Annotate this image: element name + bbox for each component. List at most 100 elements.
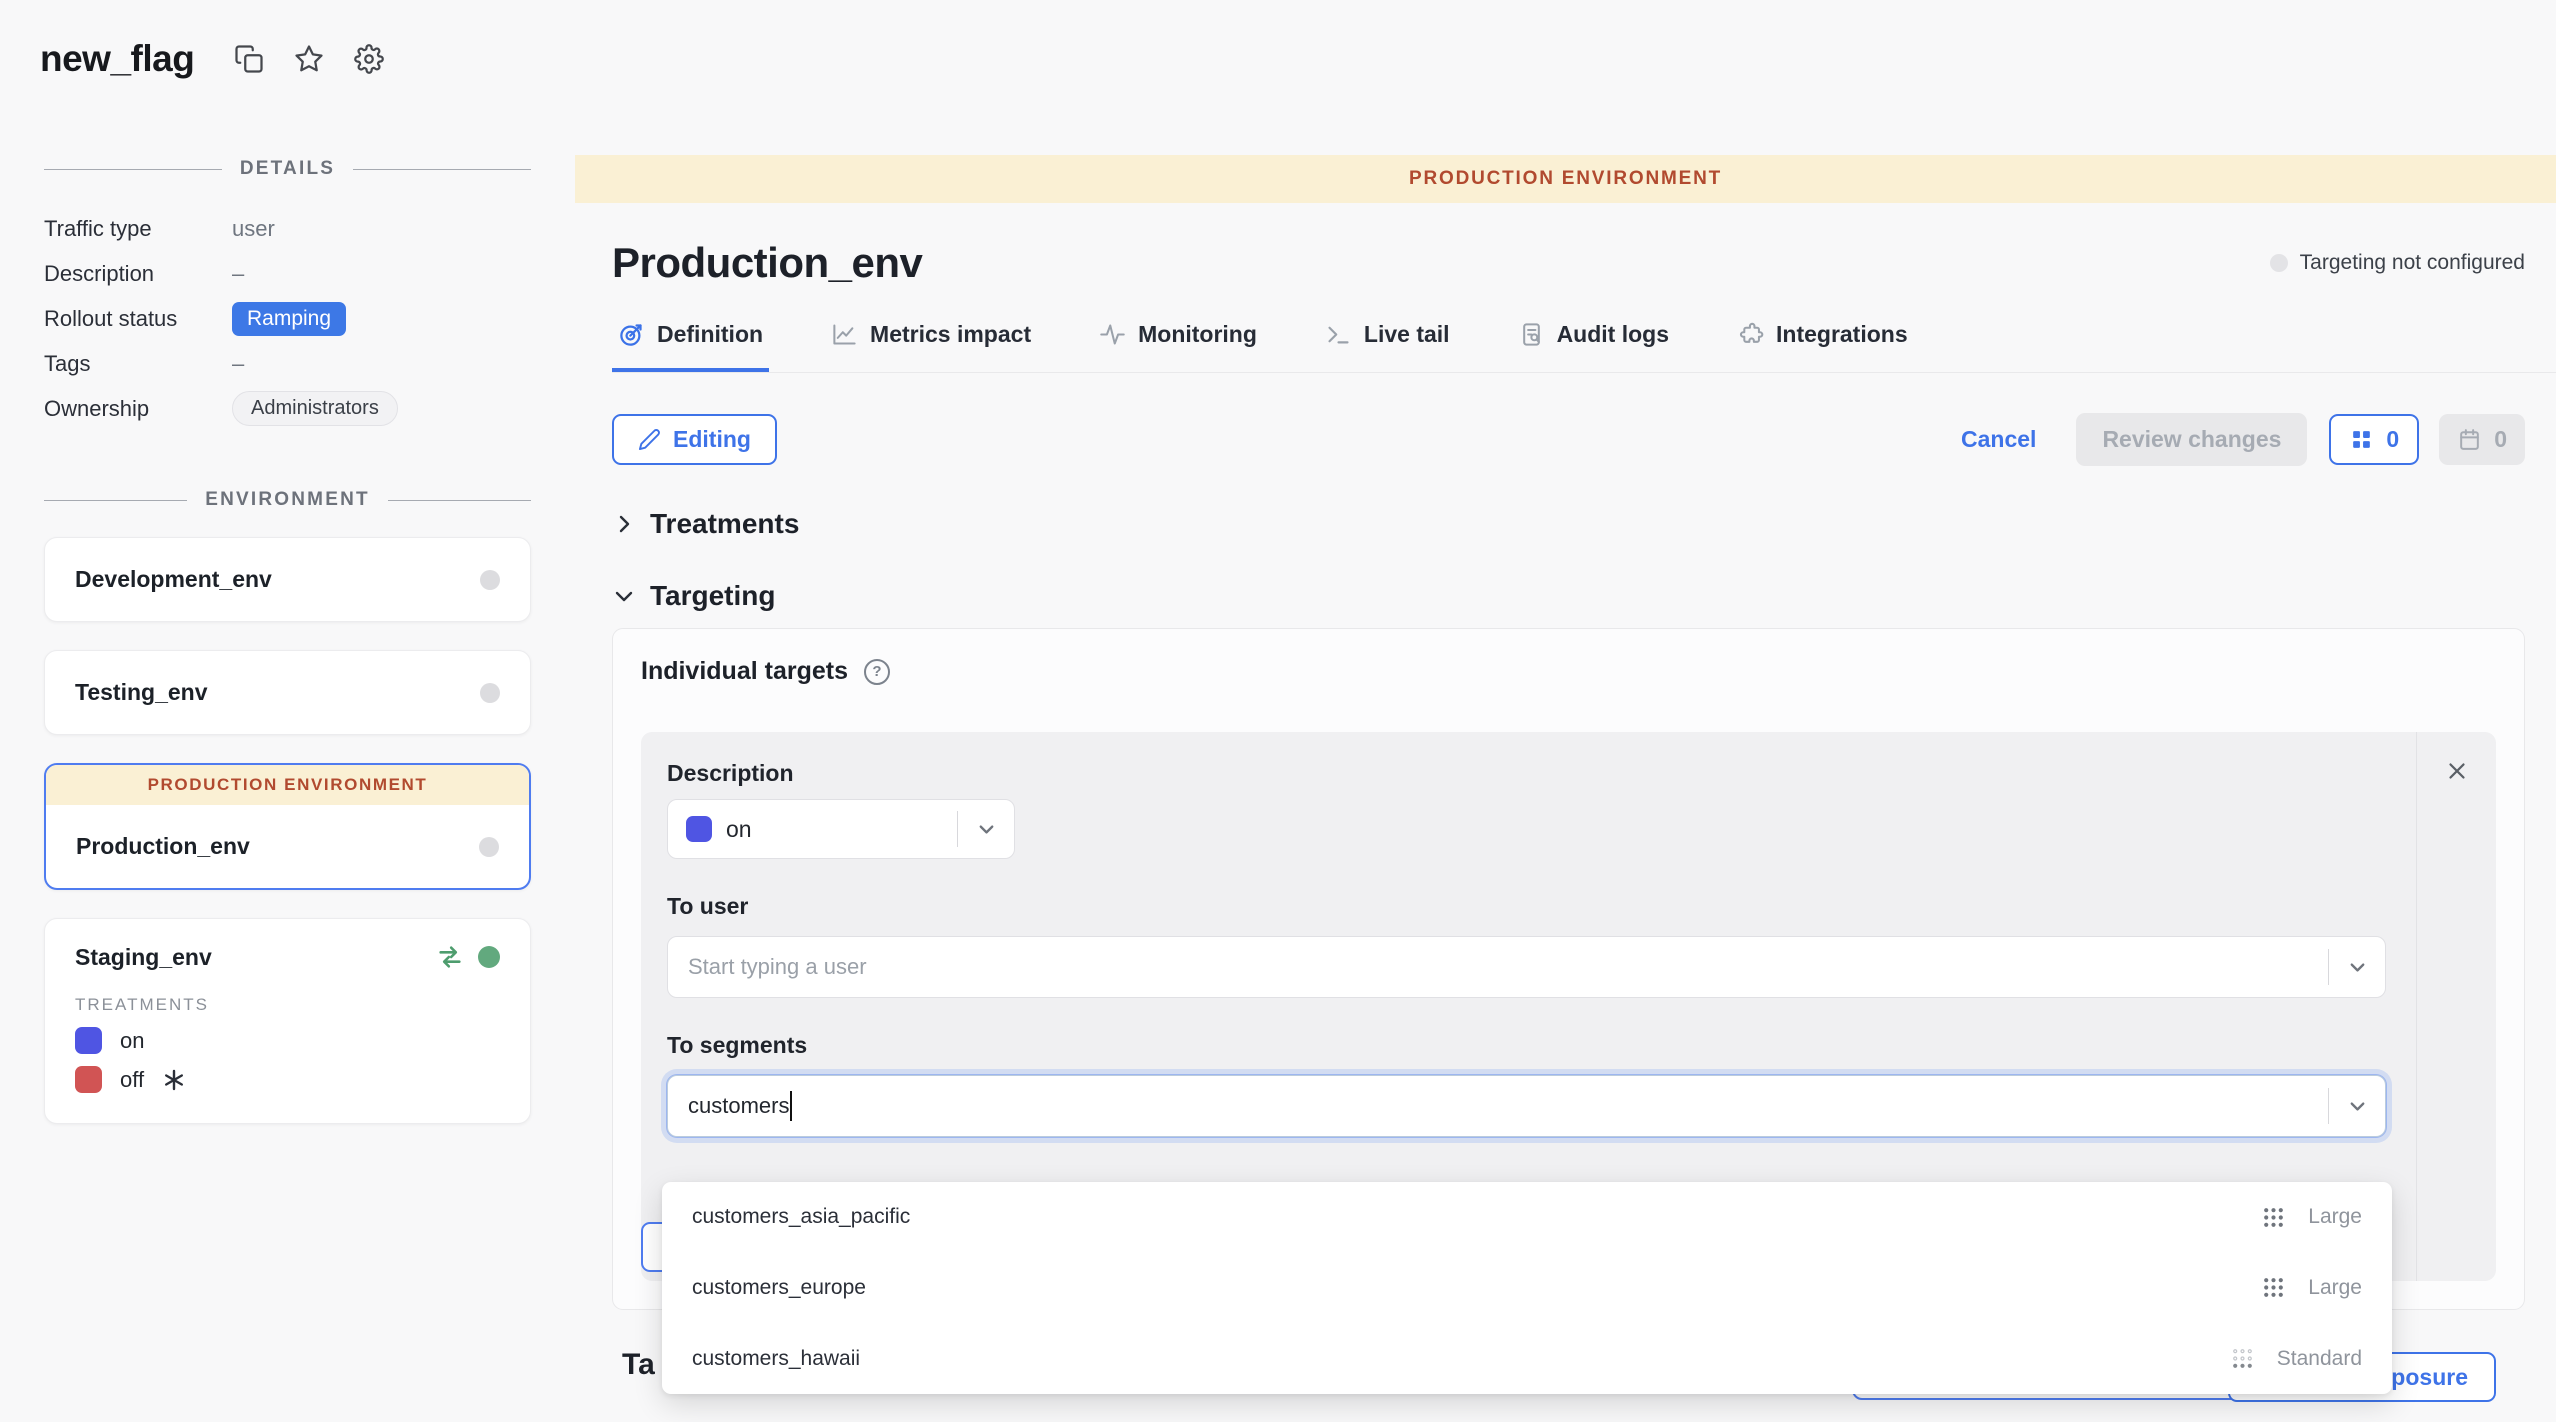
treatment-row-off: off [75,1066,500,1093]
text-caret [790,1091,792,1121]
segment-name: customers_europe [692,1276,866,1300]
tab-label: Audit logs [1557,321,1669,348]
env-card-production[interactable]: PRODUCTION ENVIRONMENT Production_env [44,763,531,890]
help-icon[interactable]: ? [864,659,890,685]
production-environment-banner: PRODUCTION ENVIRONMENT [46,765,529,805]
large-segment-dots-icon [2261,1275,2286,1300]
treatments-heading: TREATMENTS [75,995,500,1015]
status-dot [2270,254,2288,272]
edit-toolbar: Editing Cancel Review changes 0 0 [612,413,2525,466]
tab-audit-logs[interactable]: Audit logs [1512,317,1675,372]
segment-option-europe[interactable]: customers_europe Large [662,1253,2392,1324]
treatment-select[interactable]: on [667,799,1015,859]
scheduled-changes-button[interactable]: 0 [2439,414,2525,465]
page-title: Production_env [612,239,922,287]
treatment-color-swatch [686,816,712,842]
segment-option-hawaii[interactable]: customers_hawaii Standard [662,1323,2392,1394]
changes-count: 0 [2386,426,2399,453]
calendar-icon [2457,427,2482,452]
segment-name: customers_asia_pacific [692,1205,910,1229]
tab-monitoring[interactable]: Monitoring [1093,317,1263,372]
to-user-label: To user [667,893,2386,920]
treatment-row-on: on [75,1027,500,1054]
environment-section-heading: ENVIRONMENT [44,489,531,511]
detail-row-rollout-status: Rollout status Ramping [44,296,531,341]
editing-label: Editing [673,426,751,453]
to-segments-label: To segments [667,1032,2386,1059]
pending-changes-button[interactable]: 0 [2329,414,2419,465]
env-status-dot [480,683,500,703]
transfer-arrows-icon [436,943,464,971]
large-segment-dots-icon [2261,1205,2286,1230]
default-treatment-asterisk-icon [162,1068,186,1092]
individual-targets-title: Individual targets [641,657,848,686]
editing-button[interactable]: Editing [612,414,777,465]
chevron-down-icon[interactable] [2329,956,2385,979]
segments-dropdown: customers_asia_pacific Large customers_e… [662,1182,2392,1394]
review-changes-button[interactable]: Review changes [2076,413,2307,466]
segment-size: Standard [2277,1347,2362,1371]
chevron-down-icon [612,584,636,608]
environment-heading-label: ENVIRONMENT [205,489,370,511]
details-section-heading: DETAILS [44,158,531,180]
detail-value: – [232,351,244,377]
close-icon[interactable] [2444,758,2470,786]
env-card-development[interactable]: Development_env [44,537,531,622]
to-user-input[interactable] [668,954,2328,980]
detail-row-ownership: Ownership Administrators [44,386,531,431]
treatments-section-title: Treatments [650,508,799,540]
document-search-icon [1518,321,1545,348]
env-card-testing[interactable]: Testing_env [44,650,531,735]
detail-value: – [232,261,244,287]
detail-label: Ownership [44,396,232,422]
divider [353,169,531,170]
standard-segment-dots-icon [2230,1346,2255,1371]
segment-size: Large [2308,1276,2362,1300]
tab-label: Integrations [1776,321,1908,348]
production-environment-banner-top: PRODUCTION ENVIRONMENT [575,155,2556,203]
treatments-section-toggle[interactable]: Treatments [612,508,2525,540]
sidebar: DETAILS Traffic type user Description – … [0,140,575,1152]
tab-metrics-impact[interactable]: Metrics impact [825,317,1037,372]
gear-icon[interactable] [354,44,384,74]
detail-row-traffic-type: Traffic type user [44,206,531,251]
treatment-name: off [120,1067,144,1093]
divider [44,500,187,501]
to-segments-input-value[interactable]: customers [688,1093,789,1119]
detail-label: Traffic type [44,216,232,242]
details-list: Traffic type user Description – Rollout … [44,206,531,431]
env-status-dot-green [478,946,500,968]
tab-definition[interactable]: Definition [612,317,769,372]
divider [388,500,531,501]
rule-close-column [2416,732,2496,1281]
chevron-down-icon [958,818,1014,841]
divider [44,169,222,170]
segment-option-asia-pacific[interactable]: customers_asia_pacific Large [662,1182,2392,1253]
chevron-down-icon[interactable] [2329,1095,2385,1118]
tab-live-tail[interactable]: Live tail [1319,317,1456,372]
to-user-field [667,936,2386,998]
puzzle-icon [1737,321,1764,348]
detail-label: Description [44,261,232,287]
detail-row-tags: Tags – [44,341,531,386]
detail-label: Tags [44,351,232,377]
copy-icon[interactable] [234,44,264,74]
chart-icon [831,321,858,348]
env-card-staging[interactable]: Staging_env TREATMENTS on off [44,918,531,1124]
treatment-name: on [120,1028,144,1054]
tab-label: Live tail [1364,321,1450,348]
ownership-badge: Administrators [232,391,398,426]
status-text: Targeting not configured [2300,251,2525,275]
star-icon[interactable] [294,44,324,74]
cancel-button[interactable]: Cancel [1961,426,2036,453]
env-name: Staging_env [75,944,212,971]
targeting-section-toggle[interactable]: Targeting [612,580,2525,612]
targeting-section-title: Targeting [650,580,775,612]
details-heading-label: DETAILS [240,158,335,180]
ramping-status-badge: Ramping [232,302,346,336]
tab-integrations[interactable]: Integrations [1731,317,1914,372]
detail-row-description: Description – [44,251,531,296]
treatment-color-on [75,1027,102,1054]
description-label: Description [667,760,2386,787]
to-segments-field[interactable]: customers [667,1075,2386,1137]
